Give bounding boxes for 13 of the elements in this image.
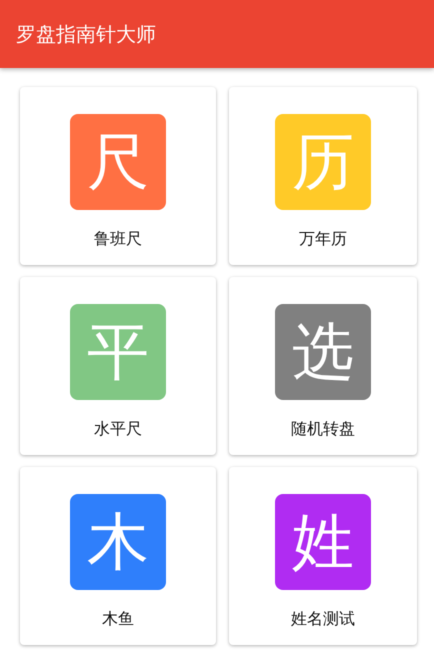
- tool-icon: 平: [70, 304, 166, 400]
- tool-icon: 姓: [275, 494, 371, 590]
- tool-card[interactable]: 平 水平尺: [20, 277, 216, 455]
- tool-card[interactable]: 木 木鱼: [20, 467, 216, 645]
- tool-icon: 木: [70, 494, 166, 590]
- tool-card[interactable]: 选 随机转盘: [229, 277, 417, 455]
- tool-icon: 尺: [70, 114, 166, 210]
- tool-icon: 选: [275, 304, 371, 400]
- tool-card[interactable]: 历 万年历: [229, 87, 417, 265]
- tool-icon: 历: [275, 114, 371, 210]
- tool-card[interactable]: 姓 姓名测试: [229, 467, 417, 645]
- app-title: 罗盘指南针大师: [16, 20, 156, 48]
- tool-card[interactable]: 尺 鲁班尺: [20, 87, 216, 265]
